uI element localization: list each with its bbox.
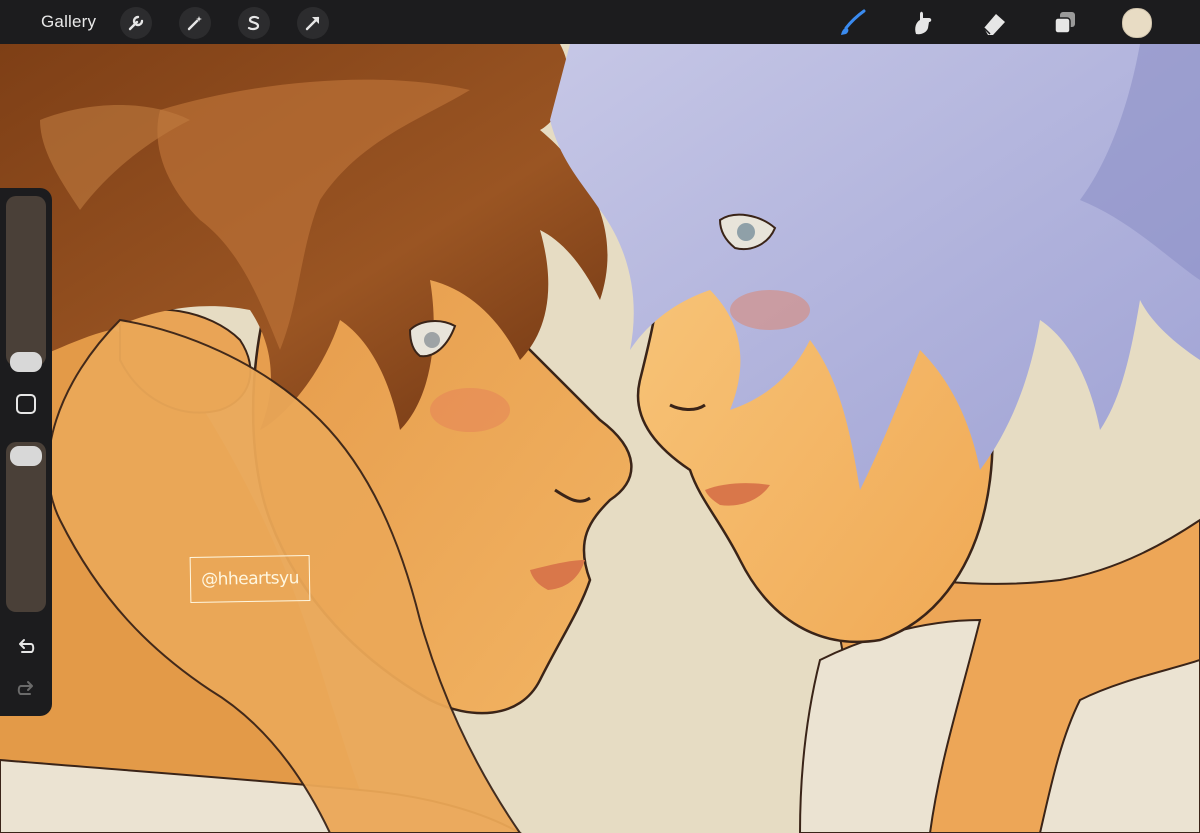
transform-arrow-icon[interactable] (297, 7, 329, 39)
smudge-icon[interactable] (906, 6, 940, 40)
magic-wand-icon[interactable] (179, 7, 211, 39)
drawing-canvas[interactable] (0, 0, 1200, 833)
left-iris (424, 332, 440, 348)
top-toolbar: Gallery (0, 0, 1200, 44)
opacity-thumb[interactable] (10, 446, 42, 466)
layers-icon[interactable] (1048, 6, 1082, 40)
right-blush (730, 290, 810, 330)
brush-size-slider[interactable] (6, 196, 46, 372)
right-iris (737, 223, 755, 241)
left-blush (430, 388, 510, 432)
watermark: @hheartsyu (189, 554, 311, 604)
color-swatch-button[interactable] (1120, 6, 1154, 40)
gallery-button[interactable]: Gallery (41, 12, 96, 32)
selection-s-icon[interactable] (238, 7, 270, 39)
opacity-slider[interactable] (6, 442, 46, 612)
redo-icon[interactable] (10, 674, 42, 706)
eraser-icon[interactable] (977, 6, 1011, 40)
wrench-icon[interactable] (120, 7, 152, 39)
brush-size-thumb[interactable] (10, 351, 42, 372)
undo-icon[interactable] (10, 632, 42, 664)
left-sidebar (0, 188, 52, 716)
brush-icon[interactable] (835, 6, 869, 40)
active-color-swatch (1122, 8, 1152, 38)
square-icon[interactable] (10, 388, 42, 420)
